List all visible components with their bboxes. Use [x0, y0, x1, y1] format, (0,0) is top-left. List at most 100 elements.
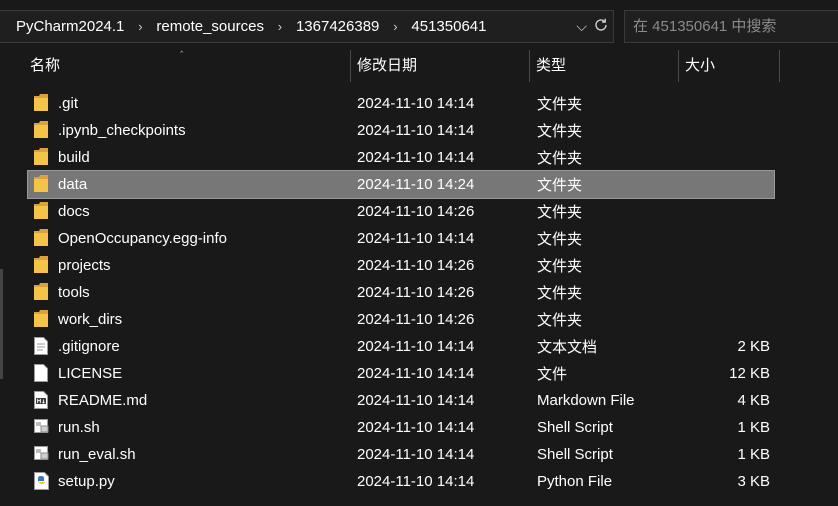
file-date: 2024-11-10 14:24: [357, 176, 475, 193]
breadcrumb-item-451350641[interactable]: 451350641: [405, 18, 492, 35]
file-date: 2024-11-10 14:14: [357, 473, 475, 490]
file-size: 1 KB: [737, 446, 770, 463]
file-name: data: [58, 176, 88, 193]
file-date: 2024-11-10 14:14: [357, 446, 475, 463]
shell-script-icon: [34, 418, 50, 436]
column-header-date[interactable]: 修改日期: [351, 50, 529, 82]
file-date: 2024-11-10 14:14: [357, 95, 475, 112]
file-type: Shell Script: [537, 446, 613, 463]
folder-icon: [34, 148, 50, 166]
file-row[interactable]: .git 2024-11-10 14:14 文件夹: [28, 90, 774, 117]
column-header-name[interactable]: 名称: [24, 50, 350, 82]
text-file-icon: [34, 337, 50, 355]
address-actions: ⌵: [576, 11, 609, 42]
python-file-icon: [34, 472, 50, 490]
chevron-right-icon[interactable]: ›: [270, 19, 290, 34]
file-name: setup.py: [58, 473, 115, 490]
file-type: 文件夹: [537, 231, 583, 248]
file-date: 2024-11-10 14:26: [357, 284, 475, 301]
file-date: 2024-11-10 14:14: [357, 392, 475, 409]
file-row[interactable]: OpenOccupancy.egg-info 2024-11-10 14:14 文件…: [28, 225, 774, 252]
breadcrumb-item-1367426389[interactable]: 1367426389: [290, 18, 385, 35]
file-name: run.sh: [58, 419, 100, 436]
file-date: 2024-11-10 14:26: [357, 257, 475, 274]
file-row[interactable]: data 2024-11-10 14:24 文件夹: [27, 170, 775, 199]
refresh-icon[interactable]: [593, 17, 609, 36]
file-type: 文件夹: [537, 258, 583, 275]
column-header-size[interactable]: 大小: [679, 50, 779, 82]
file-date: 2024-11-10 14:14: [357, 338, 475, 355]
markdown-file-icon: [34, 391, 50, 409]
file-row[interactable]: docs 2024-11-10 14:26 文件夹: [28, 198, 774, 225]
file-type: 文件夹: [537, 177, 583, 194]
file-name: docs: [58, 203, 90, 220]
file-type: 文件夹: [537, 204, 583, 221]
file-size: 4 KB: [737, 392, 770, 409]
column-header-row: ‸ 名称 修改日期 类型 大小: [0, 42, 838, 84]
folder-icon: [34, 175, 50, 193]
folder-icon: [34, 202, 50, 220]
file-type: 文件夹: [537, 123, 583, 140]
file-size: 3 KB: [737, 473, 770, 490]
search-input[interactable]: [624, 10, 838, 43]
file-type: 文件夹: [537, 312, 583, 329]
file-type: Markdown File: [537, 392, 635, 409]
file-date: 2024-11-10 14:14: [357, 419, 475, 436]
file-name: work_dirs: [58, 311, 123, 328]
file-row[interactable]: work_dirs 2024-11-10 14:26 文件夹: [28, 306, 774, 333]
file-name: run_eval.sh: [58, 446, 136, 463]
shell-script-icon: [34, 445, 50, 463]
file-name: .git: [58, 95, 79, 112]
file-date: 2024-11-10 14:14: [357, 230, 475, 247]
file-name: OpenOccupancy.egg-info: [58, 230, 227, 247]
file-type: 文件夹: [537, 285, 583, 302]
folder-icon: [34, 121, 50, 139]
file-row[interactable]: run.sh 2024-11-10 14:14 Shell Script 1 KB: [28, 414, 774, 441]
file-row[interactable]: README.md 2024-11-10 14:14 Markdown File 4 …: [28, 387, 774, 414]
file-date: 2024-11-10 14:26: [357, 311, 475, 328]
vertical-scrollbar[interactable]: [0, 84, 4, 464]
address-bar[interactable]: PyCharm2024.1 › remote_sources › 1367426…: [0, 10, 614, 43]
folder-icon: [34, 256, 50, 274]
file-size: 12 KB: [729, 365, 770, 382]
file-row[interactable]: tools 2024-11-10 14:26 文件夹: [28, 279, 774, 306]
file-name: projects: [58, 257, 111, 274]
file-row[interactable]: projects 2024-11-10 14:26 文件夹: [28, 252, 774, 279]
file-row[interactable]: build 2024-11-10 14:14 文件夹: [28, 144, 774, 171]
file-row[interactable]: .gitignore 2024-11-10 14:14 文本文档 2 KB: [28, 333, 774, 360]
file-row[interactable]: run_eval.sh 2024-11-10 14:14 Shell Script 1…: [28, 441, 774, 468]
file-name: README.md: [58, 392, 148, 409]
file-name: .gitignore: [58, 338, 120, 355]
column-header-type[interactable]: 类型: [530, 50, 678, 82]
chevron-right-icon[interactable]: ›: [385, 19, 405, 34]
file-date: 2024-11-10 14:14: [357, 149, 475, 166]
file-date: 2024-11-10 14:14: [357, 122, 475, 139]
breadcrumb-item-pycharm[interactable]: PyCharm2024.1: [0, 18, 130, 35]
file-type: 文件夹: [537, 150, 583, 167]
file-date: 2024-11-10 14:26: [357, 203, 475, 220]
file-row[interactable]: LICENSE 2024-11-10 14:14 文件 12 KB: [28, 360, 774, 387]
file-list: .git 2024-11-10 14:14 文件夹 .ipynb_checkpoint…: [27, 90, 775, 495]
scrollbar-thumb[interactable]: [0, 269, 3, 379]
file-type: 文件: [537, 366, 568, 383]
file-row[interactable]: .ipynb_checkpoints 2024-11-10 14:14 文件夹: [28, 117, 774, 144]
navigation-bar: PyCharm2024.1 › remote_sources › 1367426…: [0, 0, 838, 52]
chevron-down-icon[interactable]: ⌵: [576, 18, 587, 35]
file-name: build: [58, 149, 90, 166]
file-type: Shell Script: [537, 419, 613, 436]
file-row[interactable]: setup.py 2024-11-10 14:14 Python File 3 KB: [28, 468, 774, 495]
column-divider[interactable]: [779, 50, 780, 82]
file-name: .ipynb_checkpoints: [58, 122, 186, 139]
file-size: 1 KB: [737, 419, 770, 436]
file-name: LICENSE: [58, 365, 123, 382]
blank-file-icon: [34, 364, 50, 382]
file-size: 2 KB: [737, 338, 770, 355]
file-type: 文件夹: [537, 96, 583, 113]
breadcrumb-item-remote-sources[interactable]: remote_sources: [150, 18, 270, 35]
file-type: 文本文档: [537, 339, 598, 356]
chevron-right-icon[interactable]: ›: [130, 19, 150, 34]
folder-icon: [34, 283, 50, 301]
folder-icon: [34, 229, 50, 247]
file-name: tools: [58, 284, 90, 301]
file-date: 2024-11-10 14:14: [357, 365, 475, 382]
